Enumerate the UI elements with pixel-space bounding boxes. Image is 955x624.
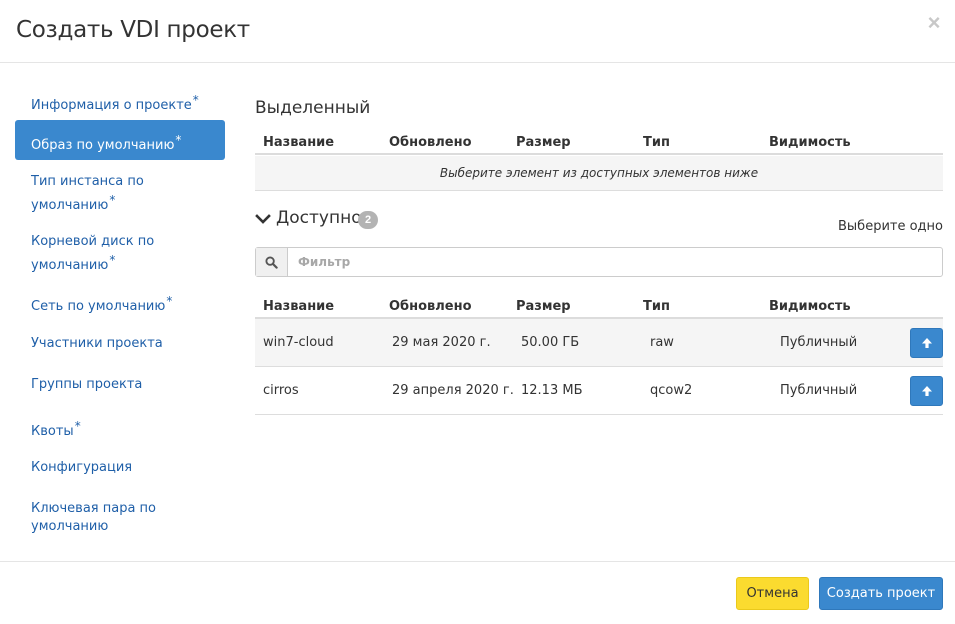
image-type: raw [650, 335, 674, 350]
image-visibility: Публичный [780, 383, 858, 398]
column-header-type: Тип [643, 299, 670, 314]
column-header-updated: Обновлено [389, 135, 472, 150]
nav-item-configuration[interactable]: Конфигурация [15, 459, 225, 477]
column-header-visibility: Видимость [769, 299, 851, 314]
column-header-size: Размер [516, 135, 571, 150]
column-header-visibility: Видимость [769, 135, 851, 150]
nav-item-project-members[interactable]: Участники проекта [15, 335, 225, 353]
nav-item-label: Группы проекта [31, 377, 143, 392]
nav-item-label: Информация о проекте [31, 98, 192, 113]
allocate-button[interactable] [910, 376, 943, 406]
dialog-title: Создать VDI проект [16, 17, 250, 43]
required-mark: * [192, 93, 199, 107]
required-mark: * [175, 133, 182, 147]
close-icon[interactable]: × [925, 12, 943, 34]
nav-item-root-disk[interactable]: Корневой диск по умолчанию* [15, 233, 225, 275]
modal-header: Создать VDI проект × [0, 0, 955, 63]
nav-item-label: Ключевая пара по умолчанию [31, 501, 157, 534]
nav-item-keypair[interactable]: Ключевая пара по умолчанию [15, 500, 225, 536]
column-header-type: Тип [643, 135, 670, 150]
image-updated: 29 мая 2020 г. [392, 335, 491, 350]
available-count-badge: 2 [358, 211, 378, 229]
image-updated: 29 апреля 2020 г. [392, 383, 514, 398]
empty-selection-message: Выберите элемент из доступных элементов … [255, 156, 943, 191]
arrow-up-icon [922, 338, 932, 348]
table-divider [255, 153, 943, 155]
image-name: win7-cloud [263, 335, 334, 350]
column-header-name: Название [263, 299, 335, 314]
search-icon [256, 248, 288, 276]
table-row: cirros 29 апреля 2020 г. 12.13 МБ qcow2 … [255, 367, 943, 415]
nav-item-label: Квоты [31, 424, 74, 439]
chevron-down-icon [255, 214, 271, 224]
image-type: qcow2 [650, 383, 693, 398]
allocate-button[interactable] [910, 328, 943, 358]
selected-title: Выделенный [255, 98, 371, 118]
required-mark: * [166, 294, 173, 308]
filter-input[interactable] [288, 248, 955, 276]
column-header-name: Название [263, 135, 335, 150]
filter-group [255, 247, 955, 277]
nav-item-project-groups[interactable]: Группы проекта [15, 376, 225, 394]
modal-footer: Отмена Создать проект [0, 561, 955, 624]
create-project-button[interactable]: Создать проект [819, 577, 943, 610]
nav-item-label: Образ по умолчанию [31, 138, 175, 153]
required-mark: * [109, 193, 116, 207]
nav-item-default-network[interactable]: Сеть по умолчанию* [15, 292, 225, 316]
nav-item-label: Тип инстанса по умолчанию [31, 174, 144, 213]
nav-item-default-flavor[interactable]: Тип инстанса по умолчанию* [15, 173, 225, 215]
cancel-button[interactable]: Отмена [736, 577, 809, 610]
table-row: win7-cloud 29 мая 2020 г. 50.00 ГБ raw П… [255, 319, 943, 367]
available-title: Доступно [276, 208, 362, 228]
column-header-size: Размер [516, 299, 571, 314]
selection-hint: Выберите одно [838, 219, 943, 234]
nav-item-label: Сеть по умолчанию [31, 299, 166, 314]
image-size: 50.00 ГБ [521, 335, 580, 350]
nav-item-default-image[interactable]: Образ по умолчанию* [15, 120, 225, 160]
nav-item-quotas[interactable]: Квоты* [15, 417, 225, 441]
column-header-updated: Обновлено [389, 299, 472, 314]
nav-item-label: Конфигурация [31, 460, 133, 475]
image-name: cirros [263, 383, 299, 398]
arrow-up-icon [922, 386, 932, 396]
nav-item-label: Корневой диск по умолчанию [31, 234, 155, 273]
nav-item-label: Участники проекта [31, 336, 163, 351]
required-mark: * [109, 253, 116, 267]
image-size: 12.13 МБ [521, 383, 583, 398]
required-mark: * [74, 419, 81, 433]
image-visibility: Публичный [780, 335, 858, 350]
nav-item-project-info[interactable]: Информация о проекте* [15, 91, 225, 113]
